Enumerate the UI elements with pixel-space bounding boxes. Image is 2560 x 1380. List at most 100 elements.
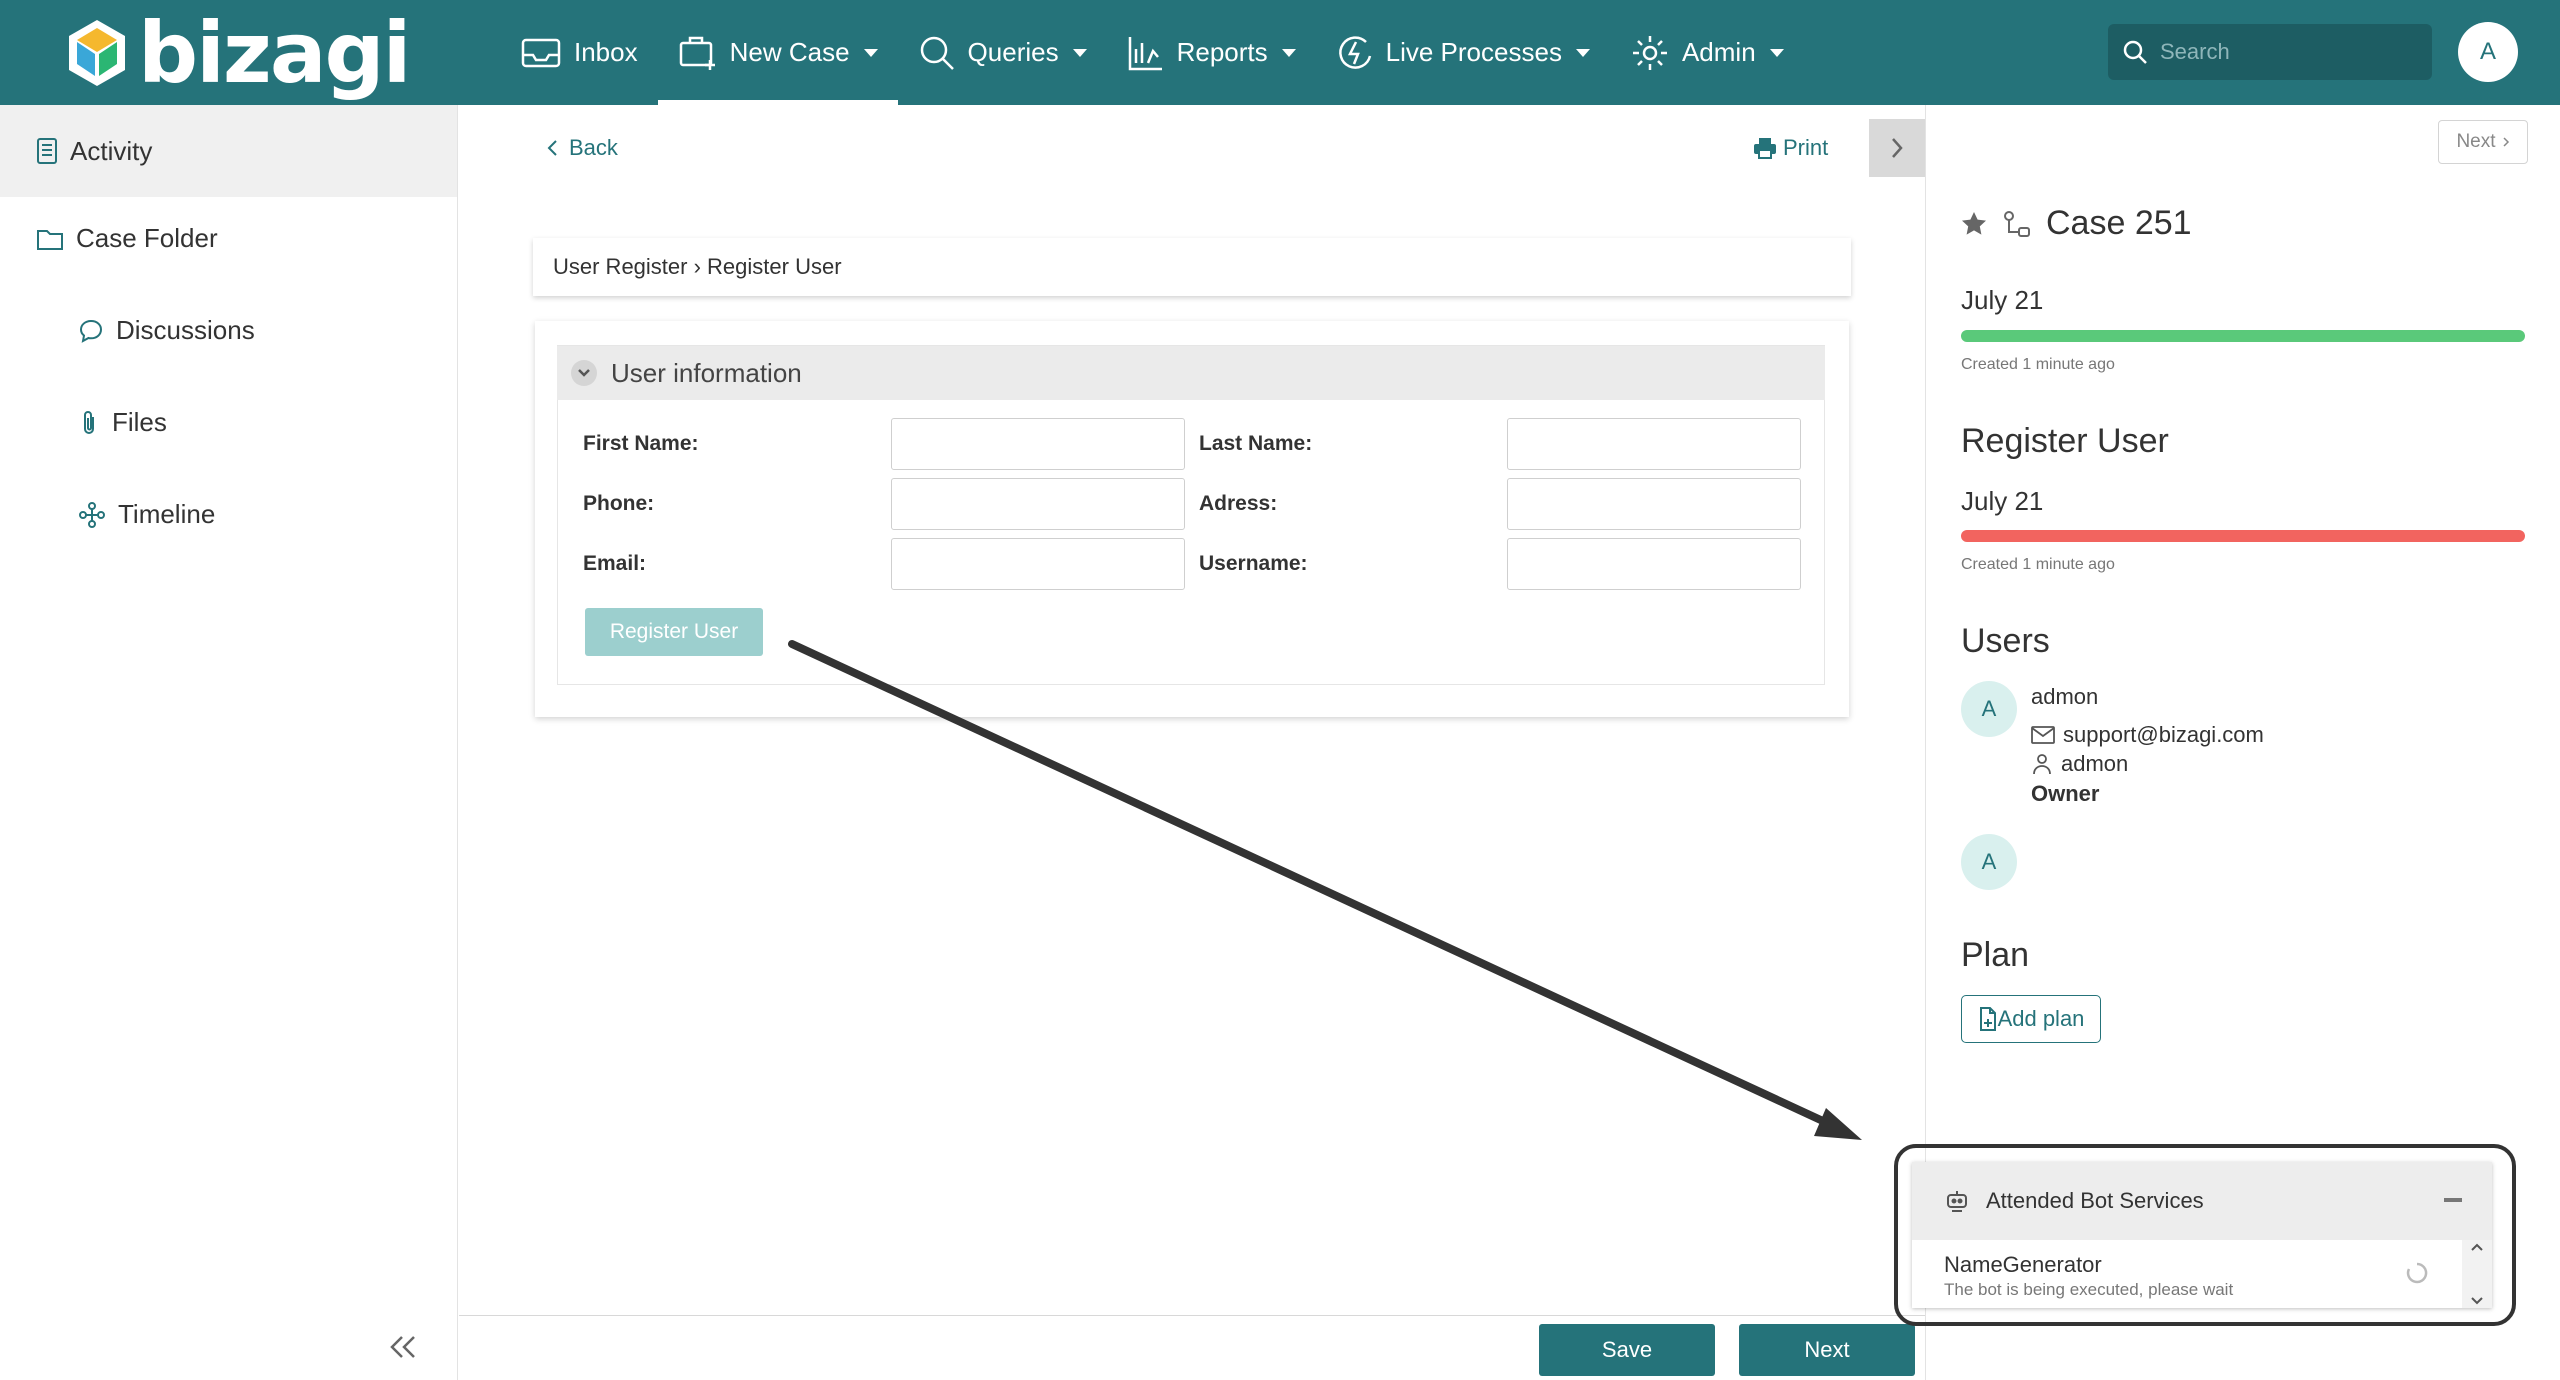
- global-search[interactable]: [2108, 24, 2432, 80]
- next-activity-button[interactable]: Next: [2438, 120, 2528, 164]
- next-activity-label: Next: [2456, 131, 2496, 152]
- register-user-button[interactable]: Register User: [585, 608, 763, 656]
- case-date: July 21: [1961, 285, 2044, 315]
- user-avatar[interactable]: A: [2458, 22, 2518, 82]
- case-title: Case 251: [2046, 204, 2192, 242]
- robot-icon: [1947, 1191, 1967, 1212]
- last-name-label: Last Name:: [1199, 432, 1313, 455]
- user-username: admon: [2061, 751, 2129, 776]
- sidebar-item-label: Activity: [70, 135, 153, 166]
- new-case-icon: [679, 36, 715, 70]
- case-created-note: Created 1 minute ago: [1961, 356, 2115, 373]
- bot-list-scrollbar[interactable]: [2462, 1240, 2492, 1308]
- nav-admin[interactable]: Admin: [1610, 0, 1804, 105]
- inbox-icon: [521, 38, 561, 67]
- loading-spinner-icon: [2406, 1262, 2428, 1284]
- second-user-avatar[interactable]: A: [1961, 834, 2017, 890]
- sidebar-item-case-folder[interactable]: Case Folder: [36, 223, 218, 254]
- user-email: support@bizagi.com: [2063, 722, 2264, 747]
- caret-down-icon: [1281, 48, 1296, 57]
- double-chevron-left-icon: [390, 1336, 415, 1358]
- chevron-down-icon: [571, 360, 597, 386]
- sidebar-item-activity[interactable]: Activity: [0, 105, 457, 197]
- activity-icon: [37, 138, 57, 164]
- folder-icon: [37, 229, 63, 250]
- username-field[interactable]: [1507, 538, 1801, 590]
- gear-icon: [1632, 35, 1667, 70]
- search-icon: [2123, 40, 2147, 64]
- sidebar-item-files[interactable]: Files: [78, 407, 167, 438]
- first-name-field[interactable]: [891, 418, 1185, 470]
- timeline-icon: [79, 501, 105, 528]
- toggle-right-panel-button[interactable]: [1869, 119, 1925, 177]
- nav-queries-label: Queries: [967, 37, 1059, 67]
- group-header[interactable]: User information: [557, 346, 1825, 400]
- attended-bot-widget: Attended Bot Services NameGenerator The …: [1912, 1162, 2492, 1308]
- sidebar-item-label: Timeline: [118, 499, 216, 529]
- star-icon[interactable]: [1960, 210, 1988, 238]
- chevron-down-icon[interactable]: [2470, 1296, 2484, 1306]
- task-date: July 21: [1961, 486, 2044, 516]
- users-section-title: Users: [1961, 622, 2050, 660]
- bot-widget-header[interactable]: Attended Bot Services: [1912, 1162, 2492, 1240]
- collapse-sidebar-button[interactable]: [388, 1327, 418, 1370]
- add-plan-button[interactable]: Add plan: [1961, 995, 2101, 1043]
- sidebar-item-timeline[interactable]: Timeline: [78, 499, 215, 530]
- main-nav: Inbox New Case Queries Reports Live Proc…: [500, 0, 1804, 105]
- user-name: admon: [2031, 684, 2099, 709]
- sidebar-item-discussions[interactable]: Discussions: [78, 315, 255, 346]
- caret-down-icon: [1769, 48, 1784, 57]
- nav-inbox[interactable]: Inbox: [500, 0, 658, 105]
- nav-inbox-label: Inbox: [574, 37, 638, 67]
- plan-section-title: Plan: [1961, 936, 2030, 974]
- main-content: Back Print User Register › Register User…: [459, 105, 1925, 1380]
- caret-down-icon: [1575, 48, 1590, 57]
- address-field[interactable]: [1507, 478, 1801, 530]
- sidebar-item-label: Discussions: [116, 315, 255, 345]
- nav-reports-label: Reports: [1176, 37, 1268, 67]
- next-button[interactable]: Next: [1739, 1324, 1915, 1376]
- nav-reports[interactable]: Reports: [1107, 0, 1316, 105]
- user-username-row: admon: [2031, 751, 2128, 777]
- save-button[interactable]: Save: [1539, 1324, 1715, 1376]
- user-avatar[interactable]: A: [1961, 681, 2017, 737]
- chat-bubble-icon: [79, 319, 103, 343]
- minimize-icon[interactable]: [2444, 1198, 2462, 1202]
- bizagi-logo[interactable]: bizagi: [66, 8, 411, 98]
- top-navigation-bar: bizagi Inbox New Case Queries Reports Li…: [0, 0, 2560, 105]
- add-document-icon: [1979, 1007, 1996, 1031]
- email-label: Email:: [583, 552, 647, 575]
- first-name-label: First Name:: [583, 432, 699, 455]
- user-role: Owner: [2031, 781, 2100, 806]
- bot-name: NameGenerator: [1944, 1252, 2102, 1277]
- task-progress-bar: [1961, 530, 2525, 542]
- caret-down-icon: [1072, 48, 1087, 57]
- task-created-note: Created 1 minute ago: [1961, 556, 2115, 573]
- email-field[interactable]: [891, 538, 1185, 590]
- bot-status: The bot is being executed, please wait: [1944, 1280, 2234, 1299]
- bizagi-logo-icon: [69, 20, 125, 86]
- phone-field[interactable]: [891, 478, 1185, 530]
- back-label: Back: [569, 135, 618, 160]
- nav-new-case[interactable]: New Case: [657, 0, 898, 105]
- print-link[interactable]: Print: [1753, 135, 1828, 161]
- search-input[interactable]: [2160, 39, 2410, 65]
- case-progress-bar: [1961, 330, 2525, 342]
- breadcrumb: User Register › Register User: [533, 238, 1851, 296]
- last-name-field[interactable]: [1507, 418, 1801, 470]
- nav-queries[interactable]: Queries: [898, 0, 1107, 105]
- nav-live-processes[interactable]: Live Processes: [1316, 0, 1610, 105]
- nav-new-case-label: New Case: [729, 37, 850, 67]
- chevron-up-icon[interactable]: [2470, 1242, 2484, 1252]
- phone-label: Phone:: [583, 492, 655, 515]
- caret-down-icon: [863, 48, 878, 57]
- back-link[interactable]: Back: [545, 135, 618, 161]
- bot-widget-title: Attended Bot Services: [1986, 1188, 2204, 1213]
- chevron-right-icon: [2503, 137, 2509, 147]
- left-sidebar: Activity Case Folder Discussions Files T…: [0, 105, 458, 1380]
- nav-admin-label: Admin: [1681, 37, 1756, 67]
- add-plan-label: Add plan: [1997, 1006, 2085, 1031]
- paperclip-icon: [84, 410, 94, 434]
- chevron-right-icon: [1892, 138, 1903, 158]
- task-title: Register User: [1961, 422, 2169, 460]
